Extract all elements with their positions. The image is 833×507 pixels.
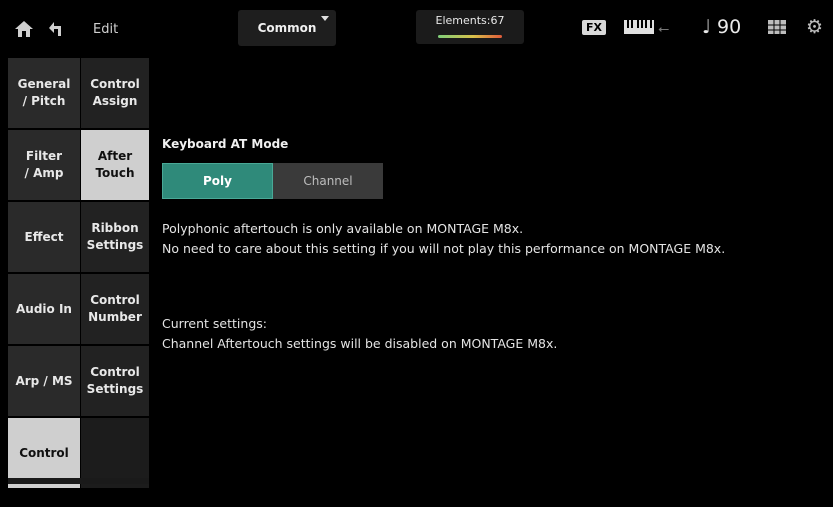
subtab-control-assign[interactable]: Control Assign <box>81 58 149 128</box>
usb-icon: ⭠ <box>658 21 670 37</box>
tab-audio-in[interactable]: Audio In <box>8 274 80 344</box>
poly-button[interactable]: Poly <box>162 163 273 199</box>
chevron-down-icon <box>321 16 329 21</box>
note-line-2: No need to care about this setting if yo… <box>162 241 726 256</box>
elements-count: Elements:67 <box>435 14 505 27</box>
tab-effect[interactable]: Effect <box>8 202 80 272</box>
part-selector-label: Common <box>257 21 317 35</box>
fx-badge[interactable]: FX <box>582 20 606 35</box>
subtab-after-touch[interactable]: After Touch <box>81 130 149 200</box>
tab-arp-ms[interactable]: Arp / MS <box>8 346 80 416</box>
quick-access-icon[interactable] <box>768 20 786 34</box>
current-settings-label: Current settings: <box>162 316 267 331</box>
back-arrow-icon[interactable] <box>46 20 64 42</box>
gear-icon[interactable]: ⚙ <box>806 16 823 38</box>
top-bar: Edit Common Elements:67 FX ⭠ ♩ 90 ⚙ <box>0 0 833 58</box>
subtab-control-settings[interactable]: Control Settings <box>81 346 149 416</box>
subtab-ribbon-settings[interactable]: Ribbon Settings <box>81 202 149 272</box>
elements-meter: Elements:67 <box>416 10 524 44</box>
subtab-control-number[interactable]: Control Number <box>81 274 149 344</box>
tempo-display[interactable]: ♩ 90 <box>702 16 741 38</box>
note-line-1: Polyphonic aftertouch is only available … <box>162 221 524 236</box>
tab-general-pitch[interactable]: General / Pitch <box>8 58 80 128</box>
edit-label: Edit <box>93 22 119 37</box>
keyboard-at-mode-label: Keyboard AT Mode <box>162 137 289 151</box>
elements-level-bar <box>438 35 502 38</box>
part-selector-common[interactable]: Common <box>238 10 336 46</box>
bottom-strip <box>8 478 149 484</box>
tab-filter-amp[interactable]: Filter / Amp <box>8 130 80 200</box>
home-icon[interactable] <box>14 20 34 42</box>
current-settings-text: Channel Aftertouch settings will be disa… <box>162 336 558 351</box>
channel-button[interactable]: Channel <box>273 163 383 199</box>
keyboard-icon[interactable] <box>624 20 654 34</box>
